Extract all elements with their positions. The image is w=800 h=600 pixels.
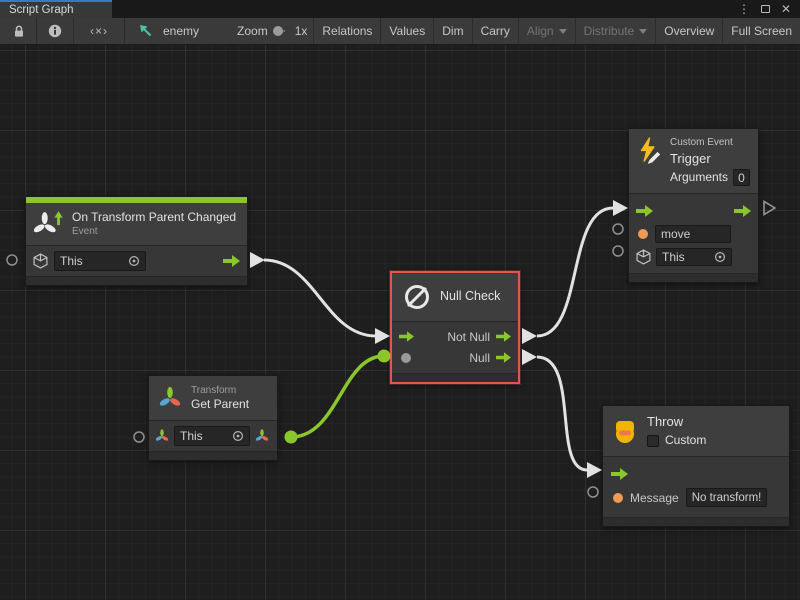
flow-output-port[interactable] bbox=[223, 255, 240, 267]
window-controls: ⋮ ✕ bbox=[738, 0, 800, 18]
node-category: Custom Event bbox=[670, 136, 750, 149]
values-button[interactable]: Values bbox=[381, 18, 433, 44]
not-null-output-port[interactable] bbox=[496, 331, 511, 342]
transform-event-icon bbox=[34, 211, 64, 237]
message-label: Message bbox=[630, 491, 679, 505]
relations-button[interactable]: Relations bbox=[314, 18, 380, 44]
value-input-port[interactable] bbox=[401, 353, 411, 363]
node-throw[interactable]: Throw Custom Message No transform! bbox=[602, 405, 790, 527]
null-check-icon bbox=[402, 282, 432, 312]
info-button[interactable] bbox=[37, 18, 73, 44]
message-field[interactable]: No transform! bbox=[686, 488, 768, 507]
full-screen-button[interactable]: Full Screen bbox=[723, 18, 800, 44]
game-object-icon bbox=[33, 253, 48, 269]
arguments-label: Arguments bbox=[670, 170, 728, 185]
custom-checkbox-label: Custom bbox=[665, 433, 706, 448]
name-input-port[interactable] bbox=[638, 229, 648, 239]
overview-button[interactable]: Overview bbox=[656, 18, 722, 44]
node-on-transform-parent-changed[interactable]: On Transform Parent Changed Event This bbox=[25, 196, 248, 286]
info-icon bbox=[48, 24, 62, 38]
node-get-parent[interactable]: Transform Get Parent This bbox=[148, 375, 278, 461]
lock-icon bbox=[12, 24, 26, 38]
transform-icon bbox=[157, 386, 183, 410]
code-view-button[interactable]: ‹×› bbox=[74, 18, 124, 44]
distribute-dropdown[interactable]: Distribute bbox=[576, 18, 656, 44]
menu-icon[interactable]: ⋮ bbox=[738, 3, 750, 15]
close-icon[interactable]: ✕ bbox=[781, 3, 791, 15]
graph-toolbar: ‹×› enemy Zoom 1x Relations Values Dim C… bbox=[0, 18, 800, 45]
node-subtitle: Event bbox=[72, 225, 236, 238]
node-category: Transform bbox=[191, 384, 249, 397]
object-picker-icon[interactable] bbox=[128, 255, 140, 267]
zoom-slider[interactable] bbox=[278, 30, 285, 32]
null-output-port[interactable] bbox=[496, 352, 511, 363]
node-title: Null Check bbox=[440, 289, 500, 305]
chevron-down-icon bbox=[639, 29, 647, 34]
node-footer bbox=[603, 517, 789, 526]
script-graph-window: Script Graph ⋮ ✕ ‹×› bbox=[0, 0, 800, 600]
not-null-port-label: Not Null bbox=[447, 330, 490, 344]
transform-input-port[interactable] bbox=[155, 429, 169, 443]
carry-button[interactable]: Carry bbox=[473, 18, 518, 44]
flow-output-port[interactable] bbox=[734, 205, 751, 217]
node-footer bbox=[26, 276, 247, 285]
node-title: On Transform Parent Changed bbox=[72, 210, 236, 225]
chevron-down-icon bbox=[559, 29, 567, 34]
null-port-label: Null bbox=[469, 351, 490, 365]
target-field[interactable]: This bbox=[54, 251, 146, 271]
maximize-icon[interactable] bbox=[761, 5, 770, 13]
node-trigger-custom-event[interactable]: Custom Event Trigger Arguments 0 bbox=[628, 128, 759, 283]
tab-title: Script Graph bbox=[9, 4, 74, 16]
transform-output-port[interactable] bbox=[255, 429, 269, 443]
align-dropdown[interactable]: Align bbox=[519, 18, 575, 44]
throw-error-icon bbox=[611, 418, 639, 445]
object-picker-icon[interactable] bbox=[232, 430, 244, 442]
game-object-icon bbox=[636, 249, 651, 265]
custom-event-icon bbox=[637, 136, 662, 165]
node-footer bbox=[392, 373, 518, 382]
code-icon: ‹×› bbox=[90, 24, 108, 38]
node-title: Throw bbox=[647, 414, 706, 430]
tab-bar: Script Graph ⋮ ✕ bbox=[0, 0, 800, 18]
zoom-slider-thumb[interactable] bbox=[273, 26, 283, 36]
message-input-port[interactable] bbox=[613, 493, 623, 503]
graph-icon bbox=[139, 24, 153, 38]
lock-button[interactable] bbox=[0, 18, 36, 44]
flow-input-port[interactable] bbox=[399, 331, 414, 342]
node-footer bbox=[149, 451, 277, 460]
graph-name-label: enemy bbox=[157, 24, 205, 38]
zoom-level: 1x bbox=[289, 24, 314, 38]
arguments-count-field[interactable]: 0 bbox=[733, 169, 750, 186]
node-footer bbox=[629, 273, 758, 282]
zoom-label: Zoom bbox=[231, 24, 274, 38]
tab-script-graph[interactable]: Script Graph bbox=[0, 0, 112, 18]
node-title: Trigger bbox=[670, 151, 750, 167]
node-title: Get Parent bbox=[191, 397, 249, 412]
target-field[interactable]: This bbox=[174, 426, 250, 446]
dim-button[interactable]: Dim bbox=[434, 18, 471, 44]
event-name-field[interactable]: move bbox=[655, 225, 731, 243]
flow-input-port[interactable] bbox=[611, 468, 628, 480]
custom-checkbox[interactable] bbox=[647, 435, 659, 447]
node-null-check[interactable]: Null Check Not Null Null bbox=[390, 271, 520, 384]
graph-reference-button[interactable] bbox=[125, 18, 157, 44]
target-field[interactable]: This bbox=[656, 248, 732, 266]
flow-input-port[interactable] bbox=[636, 205, 653, 217]
object-picker-icon[interactable] bbox=[714, 251, 726, 263]
